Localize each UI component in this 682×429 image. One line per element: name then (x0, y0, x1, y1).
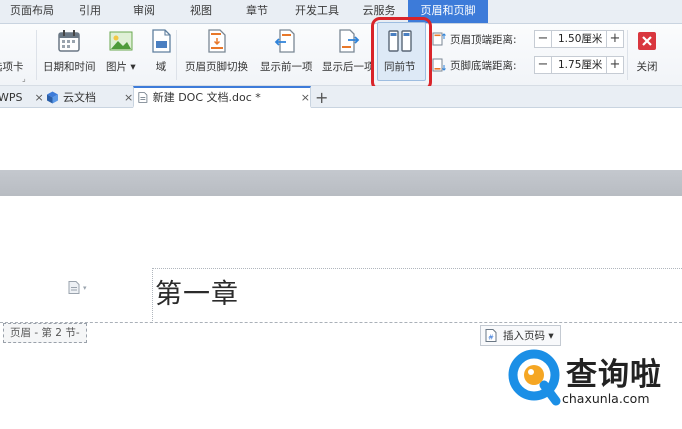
header-top-decrease-button[interactable]: − (534, 30, 552, 48)
header-document-icon (68, 281, 80, 294)
ribbon-panel: 选项卡 ⌟ 日期和时间 图片 ▾ 域 页眉页脚切 (0, 22, 682, 86)
show-previous-button[interactable]: 显示前一项 (260, 28, 313, 74)
document-tab-bar: WPS × 云文档 × 新建 DOC 文档.doc * × + (0, 86, 682, 108)
tab-review[interactable]: 审阅 (116, 0, 172, 23)
header-margin-vertical-guide (152, 268, 153, 323)
picture-label: 图片 ▾ (106, 61, 136, 73)
header-top-distance-control: 页眉顶端距离: − 1.50厘米 + (432, 29, 624, 49)
ribbon-separator (36, 30, 37, 80)
tab-view[interactable]: 视图 (172, 0, 230, 23)
date-time-button[interactable]: 日期和时间 (43, 28, 96, 74)
tab-developer-tools[interactable]: 开发工具 (284, 0, 350, 23)
tab-sections[interactable]: 章节 (230, 0, 284, 23)
header-text-chapter[interactable]: 第一章 (155, 272, 239, 311)
header-top-distance-icon (432, 32, 446, 46)
doc-tab-new-doc-label: 新建 DOC 文档.doc * (152, 91, 261, 104)
page-gap-bar (0, 170, 682, 196)
doc-tab-cloud-close-icon[interactable]: × (124, 91, 133, 104)
header-footer-switch-label: 页眉页脚切换 (185, 61, 248, 73)
options-tab-label: 选项卡 (0, 61, 24, 73)
ribbon-separator (627, 30, 628, 80)
doc-tab-wps-label: WPS (0, 90, 23, 104)
show-next-icon (335, 28, 361, 54)
document-top-blank (0, 108, 682, 170)
options-icon (0, 28, 21, 54)
ribbon-tab-bar: 页面布局 引用 审阅 视图 章节 开发工具 云服务 页眉和页脚 (0, 0, 682, 24)
header-top-distance-input[interactable]: 1.50厘米 (552, 30, 606, 48)
wps-writer-window: 页面布局 引用 审阅 视图 章节 开发工具 云服务 页眉和页脚 选项卡 ⌟ 日期… (0, 0, 682, 429)
header-margin-horizontal-guide (152, 268, 682, 269)
watermark-text: 查询啦 (566, 357, 662, 393)
header-footer-switch-icon (204, 28, 230, 54)
cloud-docs-cube-icon (47, 91, 58, 103)
insert-page-number-button[interactable]: # 插入页码 ▾ (480, 325, 561, 346)
footer-bottom-distance-icon (432, 58, 446, 72)
footer-bottom-increase-button[interactable]: + (606, 56, 624, 74)
field-icon (148, 28, 174, 54)
show-next-label: 显示后一项 (322, 61, 375, 73)
show-previous-icon (273, 28, 299, 54)
options-tab-button[interactable]: 选项卡 (0, 28, 24, 74)
site-watermark: 查询啦 chaxunla.com (506, 347, 682, 429)
highlight-annotation-box (371, 17, 432, 91)
page-number-icon: # (485, 329, 497, 342)
doc-tab-new-doc[interactable]: 新建 DOC 文档.doc * × (133, 86, 311, 108)
svg-text:#: # (488, 334, 494, 342)
chevron-down-icon: ▾ (83, 283, 87, 292)
close-label: 关闭 (636, 61, 658, 73)
close-header-footer-button[interactable]: 关闭 (634, 28, 660, 74)
header-boundary-line (0, 322, 682, 323)
header-footer-switch-button[interactable]: 页眉页脚切换 (185, 28, 248, 74)
footer-bottom-distance-input[interactable]: 1.75厘米 (552, 56, 606, 74)
insert-page-number-label: 插入页码 ▾ (503, 330, 554, 342)
footer-bottom-distance-control: 页脚底端距离: − 1.75厘米 + (432, 55, 624, 75)
picture-icon (108, 28, 134, 54)
doc-tab-wps[interactable]: WPS × (0, 86, 44, 108)
field-label: 域 (155, 61, 167, 73)
doc-tab-cloud-label: 云文档 (63, 91, 96, 104)
watermark-logo-icon (508, 349, 561, 406)
tab-references[interactable]: 引用 (64, 0, 116, 23)
header-top-distance-label: 页眉顶端距离: (450, 33, 517, 46)
new-tab-button[interactable]: + (315, 86, 328, 108)
header-section-label: 页眉 - 第 2 节- (3, 323, 87, 343)
field-button[interactable]: 域 (148, 28, 174, 74)
header-top-increase-button[interactable]: + (606, 30, 624, 48)
header-options-button[interactable]: ▾ (68, 281, 87, 294)
date-time-label: 日期和时间 (43, 61, 96, 73)
doc-tab-cloud[interactable]: 云文档 × (46, 86, 133, 108)
footer-bottom-distance-label: 页脚底端距离: (450, 59, 517, 72)
footer-bottom-decrease-button[interactable]: − (534, 56, 552, 74)
doc-tab-wps-close-icon[interactable]: × (35, 91, 44, 104)
show-previous-label: 显示前一项 (260, 61, 313, 73)
watermark-url: chaxunla.com (562, 391, 650, 406)
calendar-icon (56, 28, 82, 54)
tab-page-layout[interactable]: 页面布局 (0, 0, 64, 23)
document-file-icon (138, 91, 148, 103)
close-icon (634, 28, 660, 54)
show-next-button[interactable]: 显示后一项 (322, 28, 375, 74)
doc-tab-new-doc-close-icon[interactable]: × (301, 91, 310, 104)
dialog-launcher-icon[interactable]: ⌟ (22, 74, 26, 83)
ribbon-separator (176, 30, 177, 80)
picture-button[interactable]: 图片 ▾ (106, 28, 136, 74)
